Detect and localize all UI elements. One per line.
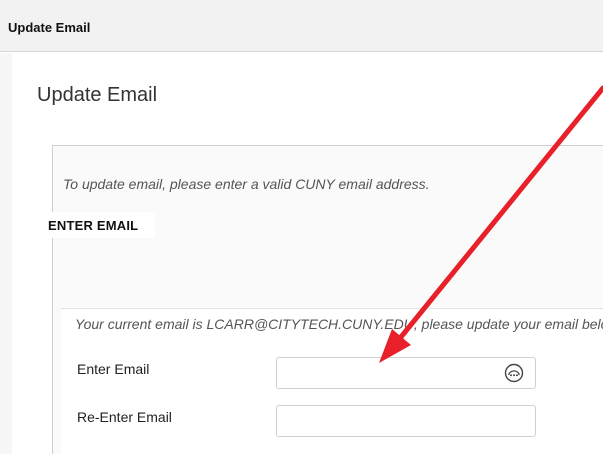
current-email-text: Your current email is LCARR@CITYTECH.CUN… (75, 316, 603, 332)
top-bar-title: Update Email (8, 20, 91, 35)
left-strip (0, 53, 12, 454)
enter-email-input[interactable] (276, 357, 536, 389)
page-title: Update Email (37, 84, 158, 106)
enter-email-label: Enter Email (77, 361, 150, 377)
instructions-text: To update email, please enter a valid CU… (63, 176, 430, 192)
password-manager-icon[interactable] (504, 363, 524, 383)
re-enter-email-input[interactable] (276, 405, 536, 437)
top-bar: Update Email (0, 0, 603, 52)
re-enter-email-label: Re-Enter Email (77, 409, 172, 425)
section-label: ENTER EMAIL (45, 212, 155, 238)
